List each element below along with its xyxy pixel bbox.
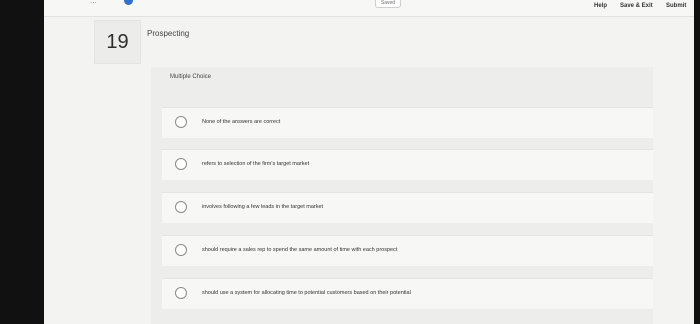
- choice-text: involves following a few leads in the ta…: [202, 204, 324, 210]
- radio-button[interactable]: [175, 287, 187, 299]
- choice-text: should require a sales rep to spend the …: [202, 247, 398, 253]
- question-topic: Prospecting: [147, 29, 190, 38]
- assessment-screen: ... Saved Help Save & Exit Submit 19 Pro…: [44, 0, 694, 324]
- question-number: 19: [106, 31, 129, 53]
- answer-choice[interactable]: should use a system for allocating time …: [162, 278, 653, 309]
- radio-button[interactable]: [175, 244, 187, 256]
- choice-text: should use a system for allocating time …: [202, 290, 411, 296]
- top-toolbar: ... Saved Help Save & Exit Submit: [44, 0, 694, 17]
- radio-button[interactable]: [175, 201, 187, 213]
- help-button[interactable]: Help: [594, 3, 607, 9]
- radio-button[interactable]: [175, 116, 187, 128]
- answer-choice[interactable]: None of the answers are correct: [162, 107, 653, 138]
- submit-button[interactable]: Submit: [666, 3, 686, 9]
- saved-indicator: Saved: [375, 0, 401, 8]
- question-number-box: 19: [94, 20, 141, 64]
- answer-choice[interactable]: refers to selection of the firm's target…: [162, 149, 653, 180]
- save-exit-button[interactable]: Save & Exit: [620, 3, 653, 9]
- question-panel: Multiple Choice None of the answers are …: [151, 67, 653, 324]
- radio-button[interactable]: [175, 158, 187, 170]
- question-nav-remnant: ...: [90, 0, 97, 5]
- question-type-label: Multiple Choice: [170, 74, 212, 80]
- answer-choice[interactable]: involves following a few leads in the ta…: [162, 192, 653, 223]
- nav-chevron-icon[interactable]: [124, 0, 133, 5]
- answer-choice[interactable]: should require a sales rep to spend the …: [162, 235, 653, 266]
- choice-text: refers to selection of the firm's target…: [202, 161, 310, 167]
- choice-text: None of the answers are correct: [202, 119, 281, 125]
